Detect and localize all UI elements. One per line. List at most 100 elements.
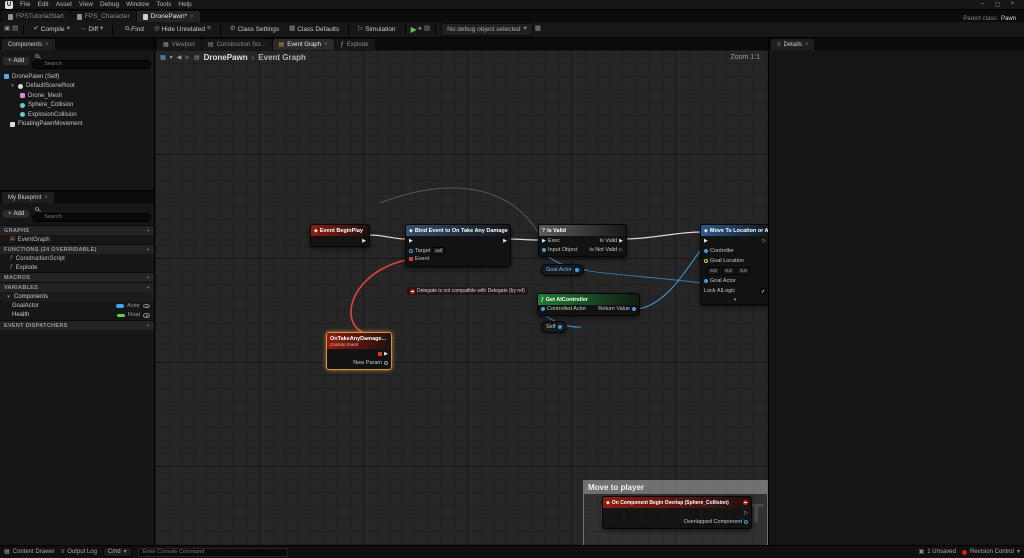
exec-out-pin[interactable]: ▶ [362, 238, 366, 244]
add-dispatcher-icon[interactable]: + [146, 323, 150, 329]
menu-tools[interactable]: Tools [156, 1, 171, 8]
add-variable-icon[interactable]: + [146, 285, 150, 291]
function-item-constructionscript[interactable]: ƒ ConstructionScript [0, 254, 154, 263]
close-tab-icon[interactable]: × [190, 14, 194, 20]
target-pin[interactable] [409, 249, 413, 253]
menu-debug[interactable]: Debug [100, 1, 119, 8]
comment-move-to-player[interactable]: Move to player ◆ On Component Begin Over… [583, 480, 768, 545]
menu-view[interactable]: View [79, 1, 93, 8]
exec-out-pin[interactable]: ▶ [619, 238, 623, 244]
menu-edit[interactable]: Edit [37, 1, 48, 8]
breadcrumb-root[interactable]: DronePawn [204, 53, 248, 62]
add-function-icon[interactable]: + [146, 247, 150, 253]
levels-icon[interactable]: ▤ [424, 26, 430, 33]
maximize-icon[interactable]: ▢ [991, 1, 1004, 8]
comment-title[interactable]: Move to player [588, 483, 644, 492]
play-icon[interactable]: ▶ [411, 25, 417, 34]
tab-components[interactable]: Components × [2, 39, 55, 50]
close-tab-icon[interactable]: × [805, 42, 809, 48]
delegate-event-pin[interactable] [409, 257, 413, 261]
debug-object-dropdown[interactable]: No debug object selected ▾ [441, 23, 533, 36]
caret-down-icon[interactable]: ▾ [10, 83, 15, 89]
forward-icon[interactable]: ▶ [185, 54, 190, 61]
close-tab-icon[interactable]: × [44, 195, 48, 201]
output-pin[interactable] [558, 325, 563, 329]
exec-out-pin[interactable]: ▶ [503, 238, 507, 244]
node-self[interactable]: Self [541, 321, 568, 333]
exec-in-pin[interactable]: ▶ [542, 238, 546, 244]
add-macro-icon[interactable]: + [146, 275, 150, 281]
node-bind-event[interactable]: ◆ Bind Event to On Take Any Damage ▶ ▶ T… [405, 224, 511, 267]
delegate-out-pin[interactable] [378, 352, 383, 356]
menu-asset[interactable]: Asset [56, 1, 72, 8]
hide-unrelated-button[interactable]: ◎ Hide Unrelated ≡ [150, 24, 215, 35]
node-ontakeanydamage[interactable]: OnTakeAnyDamage... Custom Event ▶ New Pa… [326, 332, 392, 370]
macros-section-header[interactable]: MACROS + [0, 272, 154, 282]
node-on-component-begin-overlap[interactable]: ◆ On Component Begin Overlap (Sphere_Col… [602, 496, 752, 529]
minimize-icon[interactable]: – [976, 1, 989, 8]
variable-goalactor[interactable]: GoalActor Actor [0, 301, 154, 311]
target-value-box[interactable]: self [432, 247, 446, 255]
add-graph-icon[interactable]: + [146, 228, 150, 234]
save-icon[interactable]: ▣ [4, 26, 10, 33]
visibility-eye-icon[interactable] [143, 303, 150, 308]
tree-item-explosioncollision[interactable]: ExplosionCollision [0, 110, 154, 120]
return-value-pin[interactable] [632, 307, 636, 311]
add-blueprint-item-button[interactable]: + Add [3, 210, 30, 218]
node-move-to-location-or-actor[interactable]: ◆ Move To Location or Act... ▶ ▷ Control… [700, 224, 768, 305]
overlapped-component-pin[interactable] [744, 520, 748, 524]
tab-details[interactable]: ≡ Details × [771, 39, 815, 50]
event-dispatchers-section-header[interactable]: EVENT DISPATCHERS + [0, 320, 154, 330]
tab-fps-character[interactable]: FPS_Character [70, 11, 136, 22]
close-tab-icon[interactable]: × [324, 42, 328, 48]
browse-debug-icon[interactable]: ▦ [535, 26, 541, 33]
tree-item-drone-mesh[interactable]: Drone_Mesh [0, 91, 154, 101]
variable-health[interactable]: Health Float [0, 311, 154, 321]
node-expand-arrow[interactable]: ▾ [701, 296, 768, 304]
breadcrumb-leaf[interactable]: Event Graph [258, 53, 306, 62]
tree-item-floatingpawnmovement[interactable]: FloatingPawnMovement [0, 120, 154, 130]
exec-out-pin[interactable]: ▷ [762, 238, 766, 244]
exec-out-pin[interactable]: ▷ [744, 510, 748, 516]
visibility-eye-icon[interactable] [143, 313, 150, 318]
caret-down-icon[interactable]: ▾ [170, 54, 173, 61]
tab-explode[interactable]: ƒ Explode [334, 39, 375, 50]
content-drawer-button[interactable]: ▦ Content Drawer [4, 549, 55, 555]
input-object-pin[interactable] [542, 248, 546, 252]
node-get-goal-actor[interactable]: Goal Actor [541, 264, 584, 276]
menu-file[interactable]: File [20, 1, 30, 8]
tab-event-graph[interactable]: ▤ Event Graph × [272, 39, 334, 50]
blueprint-icon[interactable]: ▦ [160, 55, 166, 61]
exec-out-pin[interactable]: ▷ [619, 247, 623, 253]
tab-viewport[interactable]: ▦ Viewport [157, 39, 201, 50]
close-tab-icon[interactable]: × [45, 42, 49, 48]
menu-help[interactable]: Help [178, 1, 191, 8]
tree-item-sphere-collision[interactable]: Sphere_Collision [0, 101, 154, 111]
variables-section-header[interactable]: VARIABLES + [0, 282, 154, 292]
goal-location-y-input[interactable]: 0.0 [722, 267, 735, 275]
tab-my-blueprint[interactable]: My Blueprint × [2, 192, 54, 203]
add-component-button[interactable]: + Add [3, 57, 30, 65]
goal-location-pin[interactable] [704, 259, 708, 263]
simulation-button[interactable]: ▷ Simulation [354, 24, 399, 35]
find-button[interactable]: Find [118, 24, 148, 35]
tab-construction-script[interactable]: ▤ Construction Scr... [201, 39, 272, 50]
browse-icon[interactable]: ▤ [12, 26, 18, 33]
functions-section-header[interactable]: FUNCTIONS (24 OVERRIDABLE) + [0, 244, 154, 254]
graphs-section-header[interactable]: GRAPHS + [0, 225, 154, 235]
goal-location-z-input[interactable]: 0.0 [737, 267, 750, 275]
unsaved-indicator[interactable]: ▣ 1 Unsaved [919, 549, 956, 555]
back-icon[interactable]: ◀ [177, 54, 182, 61]
tab-fpstutorialstart[interactable]: FPSTutorialStart [2, 11, 70, 22]
node-get-aicontroller[interactable]: ƒ Get AIController Controlled Actor Retu… [537, 293, 640, 316]
output-log-button[interactable]: ≡ Output Log [61, 549, 97, 555]
tab-dronepawn[interactable]: DronePawn* × [136, 11, 200, 22]
node-event-beginplay[interactable]: ◆ Event BeginPlay ▶ [310, 224, 370, 247]
console-command-input[interactable] [137, 547, 288, 557]
components-search-input[interactable] [32, 59, 151, 69]
class-settings-button[interactable]: ⚙ Class Settings [226, 24, 283, 35]
node-is-valid[interactable]: ? Is Valid ▶ Exec Is Valid ▶ Input Object … [538, 224, 627, 257]
tree-item-dronepawn[interactable]: DronePawn (Self) [0, 72, 154, 82]
class-defaults-button[interactable]: ▦ Class Defaults [285, 24, 343, 35]
graph-item-eventgraph[interactable]: ▤ EventGraph [0, 235, 154, 244]
